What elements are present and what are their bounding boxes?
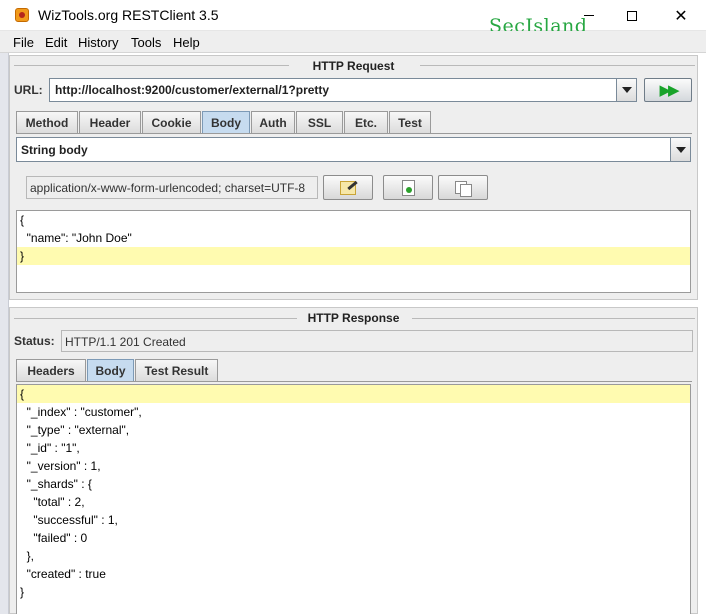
url-input[interactable]: http://localhost:9200/customer/external/…	[49, 78, 637, 102]
response-body-line: "_version" : 1,	[20, 459, 101, 473]
tab-test[interactable]: Test	[389, 111, 431, 133]
title-bar: WizTools.org RESTClient 3.5 SecIsland ✕	[0, 0, 706, 37]
body-type-value: String body	[21, 143, 88, 157]
url-value: http://localhost:9200/customer/external/…	[55, 83, 330, 97]
url-label: URL:	[14, 83, 43, 97]
tab-cookie[interactable]: Cookie	[142, 111, 201, 133]
menu-edit[interactable]: Edit	[45, 35, 67, 50]
response-body-line: "total" : 2,	[20, 495, 85, 509]
edit-icon	[340, 180, 356, 195]
request-tabs: Method Header Cookie Body Auth SSL Etc. …	[16, 111, 692, 133]
tab-body[interactable]: Body	[202, 111, 250, 133]
close-icon: ✕	[674, 6, 688, 25]
body-type-dropdown[interactable]	[670, 138, 690, 161]
response-body-line: "_shards" : {	[20, 477, 92, 491]
menu-tools[interactable]: Tools	[131, 35, 161, 50]
tab-method[interactable]: Method	[16, 111, 78, 133]
copy-body-button[interactable]	[438, 175, 488, 200]
menu-file[interactable]: File	[13, 35, 34, 50]
edit-content-type-button[interactable]	[323, 175, 373, 200]
response-section-title: HTTP Response	[307, 311, 400, 325]
menu-help[interactable]: Help	[173, 35, 200, 50]
response-body-line: "_id" : "1",	[20, 441, 80, 455]
http-request-panel: HTTP Request URL: http://localhost:9200/…	[9, 55, 698, 300]
tab-etc[interactable]: Etc.	[344, 111, 388, 133]
response-body-line: "_index" : "customer",	[20, 405, 142, 419]
response-body-line: {	[17, 385, 690, 403]
request-section-title: HTTP Request	[312, 59, 395, 73]
maximize-icon	[627, 10, 637, 21]
menu-bar: File Edit History Tools Help	[0, 31, 706, 53]
minimize-button[interactable]	[566, 0, 612, 31]
tab-headers[interactable]: Headers	[16, 359, 86, 381]
tab-divider	[16, 133, 692, 134]
content-type-value: application/x-www-form-urlencoded; chars…	[30, 181, 306, 195]
close-button[interactable]: ✕	[658, 0, 704, 31]
copy-icon	[455, 180, 472, 197]
status-label: Status:	[14, 334, 55, 348]
response-body-line: "created" : true	[20, 567, 106, 581]
tab-auth[interactable]: Auth	[251, 111, 295, 133]
tab-body[interactable]: Body	[87, 359, 134, 381]
chevron-down-icon	[675, 146, 686, 153]
request-body-line: {	[20, 213, 25, 227]
response-body-line: "_type" : "external",	[20, 423, 130, 437]
request-body-line: "name": "John Doe"	[20, 231, 132, 245]
response-body-line: }	[20, 585, 25, 599]
send-request-button[interactable]: ▶▶	[644, 78, 692, 102]
tab-header[interactable]: Header	[79, 111, 141, 133]
response-body-line: "successful" : 1,	[20, 513, 118, 527]
tab-ssl[interactable]: SSL	[296, 111, 343, 133]
left-edge-strip	[0, 53, 9, 614]
app-icon	[15, 8, 29, 22]
chevron-down-icon	[621, 87, 632, 93]
tab-test-result[interactable]: Test Result	[135, 359, 218, 381]
response-body-viewer[interactable]: { "_index" : "customer", "_type" : "exte…	[16, 384, 691, 614]
minimize-icon	[584, 15, 594, 16]
http-response-panel: HTTP Response Status: HTTP/1.1 201 Creat…	[9, 307, 698, 614]
url-history-dropdown[interactable]	[616, 79, 636, 101]
double-right-arrow-icon: ▶▶	[659, 81, 679, 99]
body-type-select[interactable]: String body	[16, 137, 691, 162]
request-body-editor[interactable]: { "name": "John Doe" }	[16, 210, 691, 293]
menu-history[interactable]: History	[78, 35, 118, 50]
response-tabs: Headers Body Test Result	[16, 359, 692, 381]
response-body-line: },	[20, 549, 35, 563]
request-body-line: }	[17, 247, 690, 265]
tab-divider	[16, 381, 692, 382]
status-field: HTTP/1.1 201 Created	[61, 330, 693, 352]
window-title: WizTools.org RESTClient 3.5	[38, 7, 219, 23]
content-type-field: application/x-www-form-urlencoded; chars…	[26, 176, 318, 199]
maximize-button[interactable]	[609, 0, 655, 31]
load-file-icon	[401, 179, 415, 196]
load-body-button[interactable]	[383, 175, 433, 200]
response-body-line: "failed" : 0	[20, 531, 88, 545]
status-value: HTTP/1.1 201 Created	[65, 335, 186, 349]
